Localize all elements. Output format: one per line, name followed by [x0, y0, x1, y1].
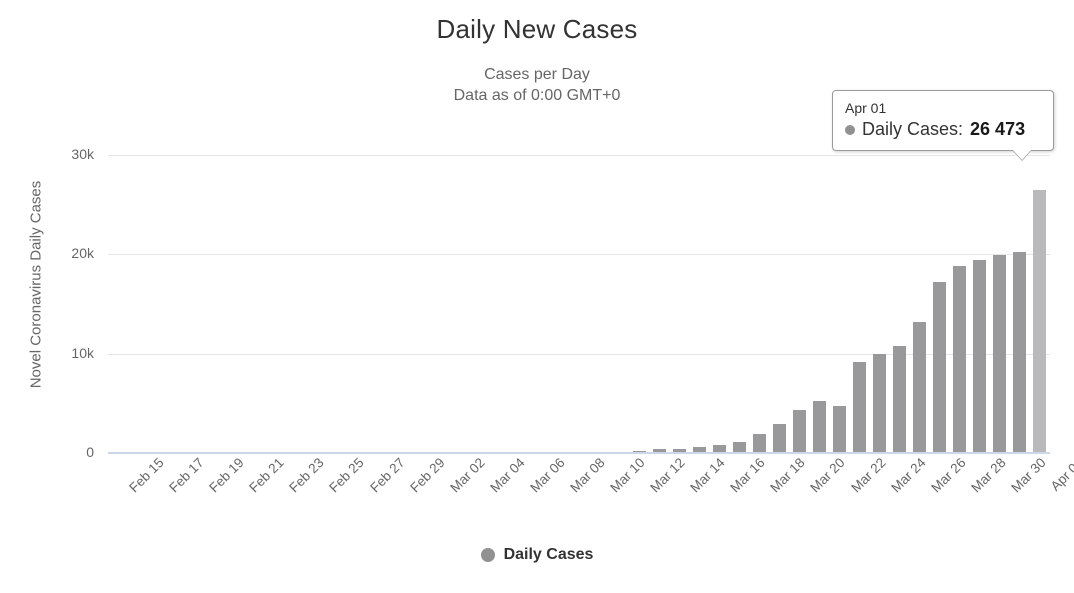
legend-label: Daily Cases [503, 546, 594, 563]
x-axis-tick-label: Mar 18 [767, 455, 809, 496]
bar[interactable] [1013, 252, 1027, 453]
x-axis-tick-label: Feb 27 [366, 455, 408, 496]
bar[interactable] [792, 410, 806, 453]
x-axis-tick-label: Mar 26 [928, 455, 969, 496]
bar[interactable] [973, 260, 987, 453]
x-axis-tick-label: Mar 12 [647, 455, 688, 496]
chart-title: Daily New Cases [436, 14, 638, 44]
gridline [108, 154, 1050, 156]
x-axis-tick-label: Mar 04 [487, 455, 528, 496]
chart-subtitle-line-1: Cases per Day [484, 66, 590, 83]
x-axis-tick-label: Mar 22 [847, 455, 889, 496]
bar[interactable] [893, 345, 907, 453]
x-axis-tick-label: Mar 30 [1008, 455, 1049, 496]
x-axis-tick-label: Mar 08 [567, 455, 608, 496]
bar[interactable] [772, 424, 786, 453]
x-axis-tick-label: Mar 16 [727, 455, 768, 496]
x-axis-tick-label: Mar 20 [807, 455, 849, 496]
x-axis-tick-label: Mar 06 [527, 455, 568, 496]
bar[interactable] [913, 321, 927, 453]
x-axis-tick-label: Mar 14 [687, 455, 728, 496]
bar[interactable] [752, 434, 766, 453]
bar[interactable] [813, 401, 826, 453]
tooltip-series-label: Daily Cases: [862, 119, 964, 139]
plot-area [108, 135, 1050, 454]
bar[interactable] [953, 266, 967, 453]
daily-new-cases-chart: Daily New Cases Cases per Day Data as of… [0, 0, 1074, 593]
tooltip: Apr 01 Daily Cases: 26 473 [832, 90, 1054, 160]
bar[interactable] [1033, 189, 1047, 453]
x-axis-tick-label: Feb 29 [406, 455, 448, 496]
x-axis-tick-label: Feb 25 [326, 455, 368, 496]
tooltip-pointer-icon [1012, 149, 1032, 160]
x-axis-tick-label: Feb 19 [206, 455, 247, 496]
bar[interactable] [993, 255, 1007, 453]
tooltip-row: Daily Cases: 26 473 [845, 119, 1041, 140]
bar[interactable] [933, 282, 947, 453]
x-axis-tick-label: Mar 24 [887, 455, 929, 496]
tooltip-value: 26 473 [970, 119, 1026, 139]
x-axis-tick-label: Mar 10 [607, 455, 648, 496]
x-axis-tick-label: Feb 17 [166, 455, 207, 496]
gridline [108, 254, 1050, 256]
legend-marker-icon [480, 548, 495, 562]
bar[interactable] [873, 353, 887, 453]
x-axis-labels: Feb 15 Feb 17 Feb 19 Feb 21 Feb 23 Feb 25 Feb … [108, 455, 1074, 535]
x-axis-tick-label: Feb 15 [126, 455, 167, 496]
x-axis-tick-label: Mar 28 [968, 455, 1009, 496]
gridline [108, 353, 1050, 355]
y-axis-tick-label: 0 [86, 444, 94, 460]
tooltip-marker-icon [845, 124, 855, 135]
legend: Daily Cases [0, 546, 1074, 567]
x-axis-tick-label: Mar 02 [446, 455, 488, 496]
x-axis-tick-label: Feb 21 [246, 455, 287, 496]
bar[interactable] [853, 361, 867, 453]
x-axis-tick-label: Feb 23 [286, 455, 327, 496]
x-axis-tick-label: Apr 01 [1047, 455, 1074, 494]
x-axis-line [108, 452, 1050, 454]
bar[interactable] [833, 406, 847, 453]
legend-item-daily-cases[interactable]: Daily Cases [480, 546, 594, 564]
y-axis-title: Novel Coronavirus Daily Cases [27, 180, 45, 389]
tooltip-date: Apr 01 [845, 100, 887, 116]
